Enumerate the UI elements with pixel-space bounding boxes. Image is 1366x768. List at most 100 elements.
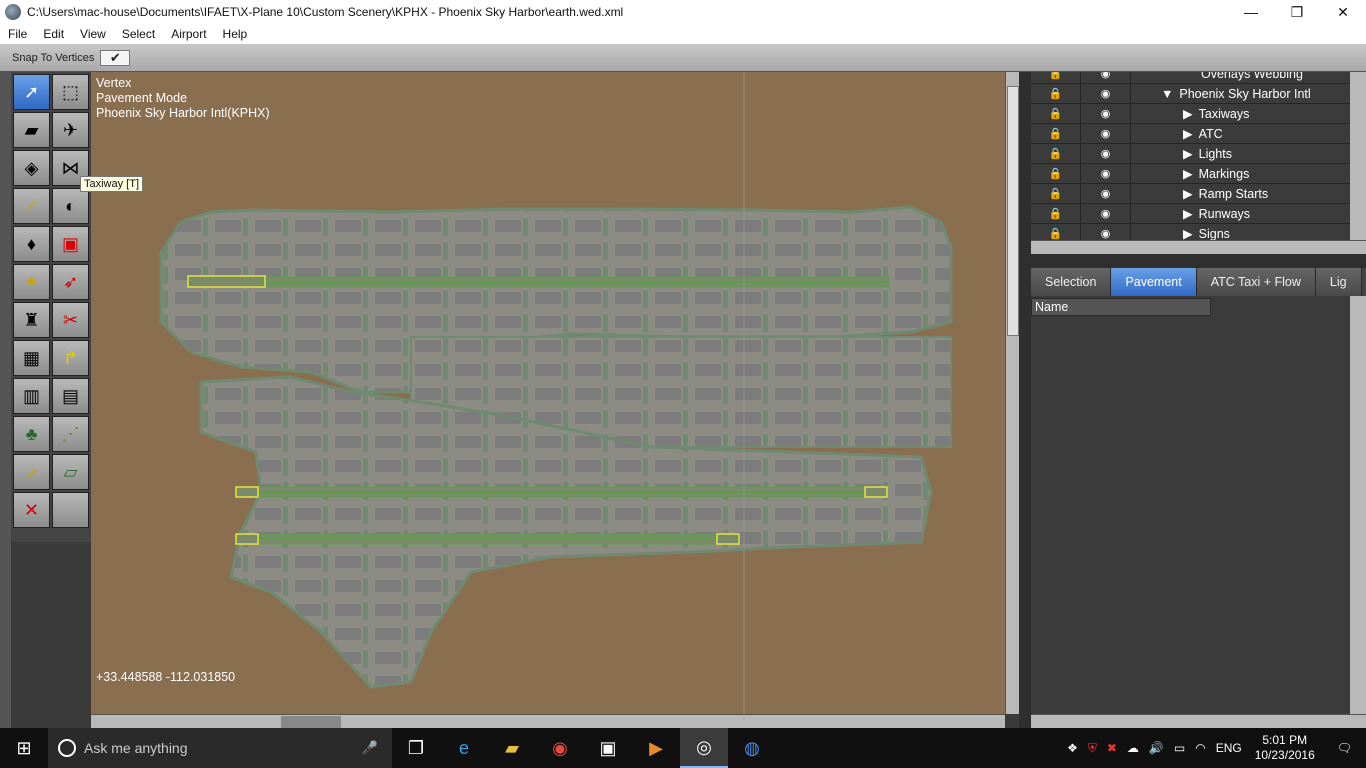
eye-icon[interactable]: ◉ [1081,83,1131,104]
marquee-tool-icon[interactable]: ⬚ [52,74,89,110]
google-earth-icon[interactable]: ◍ [728,728,776,768]
tree-row[interactable]: 🔒 ◉ ▶ Signs [1031,223,1350,240]
store-icon[interactable]: ▣ [584,728,632,768]
helipad-tool-icon[interactable]: ✈ [52,112,89,148]
tab-pavement[interactable]: Pavement [1111,268,1197,296]
antivirus-icon[interactable]: ✖ [1102,741,1122,755]
vertex-tool-arrow-icon[interactable]: ➚ [13,74,50,110]
lock-icon[interactable]: 🔒 [1031,83,1081,104]
menu-edit[interactable]: Edit [35,27,72,41]
edge-browser-icon[interactable]: e [440,728,488,768]
forest-tool-icon[interactable]: ▦ [13,340,50,376]
task-view-icon[interactable]: ❐ [392,728,440,768]
microphone-icon[interactable]: 🎤 [362,740,378,756]
string-tool-icon[interactable]: ⋰ [52,416,89,452]
eye-icon[interactable]: ◉ [1081,183,1131,204]
file-explorer-icon[interactable]: ▰ [488,728,536,768]
cortana-search-box[interactable]: Ask me anything 🎤 [48,728,392,768]
tree-tool-icon[interactable]: ♣ [13,416,50,452]
mcafee-icon[interactable]: ⛨ [1083,741,1102,756]
map-vertical-scroll-thumb[interactable] [1007,86,1019,336]
eye-icon[interactable]: ◉ [1081,72,1131,84]
lock-icon[interactable]: 🔒 [1031,103,1081,124]
windsock-tool-icon[interactable]: ➶ [52,264,89,300]
tree-row[interactable]: 🔒 ◉ ▼ Phoenix Sky Harbor Intl [1031,83,1350,104]
tree-horizontal-scrollbar[interactable] [1031,240,1366,254]
tree-expand-arrow-icon[interactable]: ▶ [1131,126,1193,141]
tab-lights[interactable]: Lig [1315,268,1362,296]
lock-icon[interactable]: 🔒 [1031,163,1081,184]
runway-tool-icon[interactable]: ▰ [13,112,50,148]
tree-expand-arrow-icon[interactable]: ▼ [1131,87,1173,101]
lock-icon[interactable]: 🔒 [1031,223,1081,240]
props-horizontal-scrollbar[interactable] [1031,714,1366,728]
exclusion-tool-icon[interactable]: ✕ [13,492,50,528]
tower-viewpoint-tool-icon[interactable]: ♜ [13,302,50,338]
menu-file[interactable]: File [0,27,35,41]
snap-to-vertices-checkbox[interactable]: ✔ [100,49,131,66]
lock-icon[interactable]: 🔒 [1031,183,1081,204]
close-button[interactable]: ✕ [1320,0,1366,24]
tree-row[interactable]: 🔒 ◉ Overlays Webbing [1031,72,1350,84]
menu-help[interactable]: Help [215,27,256,41]
line-tool-icon[interactable]: ⩘ [13,454,50,490]
eye-icon[interactable]: ◉ [1081,143,1131,164]
wed-taskbar-icon[interactable]: ◎ [680,728,728,768]
map-view[interactable] [91,72,1005,714]
maximize-button[interactable]: ❐ [1274,0,1320,24]
boundary-tool-icon[interactable]: ◈ [13,150,50,186]
lock-icon[interactable]: 🔒 [1031,203,1081,224]
wifi-icon[interactable]: ◠ [1190,741,1210,755]
map-horizontal-scrollbar[interactable] [91,714,1005,728]
tree-expand-arrow-icon[interactable]: ▶ [1131,186,1193,201]
chrome-icon[interactable]: ◉ [536,728,584,768]
lock-icon[interactable]: 🔒 [1031,123,1081,144]
start-windows-icon[interactable]: ⊞ [0,728,48,768]
clock[interactable]: 5:01 PM 10/23/2016 [1247,733,1323,763]
eye-icon[interactable]: ◉ [1081,103,1131,124]
menu-airport[interactable]: Airport [163,27,214,41]
tree-row[interactable]: 🔒 ◉ ▶ Ramp Starts [1031,183,1350,204]
tree-row[interactable]: 🔒 ◉ ▶ Lights [1031,143,1350,164]
language-indicator[interactable]: ENG [1211,741,1247,755]
battery-icon[interactable]: ▭ [1169,741,1190,755]
eye-icon[interactable]: ◉ [1081,123,1131,144]
polygon-tool-icon[interactable]: ▱ [52,454,89,490]
pane-splitter[interactable] [1019,72,1031,728]
dropbox-icon[interactable]: ❖ [1062,741,1083,755]
ramp-start-tool-icon[interactable]: ✦ [13,264,50,300]
volume-icon[interactable]: 🔊 [1144,741,1169,755]
lock-icon[interactable]: 🔒 [1031,143,1081,164]
panel-divider[interactable] [1031,254,1366,268]
eye-icon[interactable]: ◉ [1081,223,1131,240]
menu-view[interactable]: View [72,27,114,41]
atc-tool-icon[interactable]: ↱ [52,340,89,376]
tree-row[interactable]: 🔒 ◉ ▶ Taxiways [1031,103,1350,124]
sign-tool-icon[interactable]: ▣ [52,226,89,262]
map-vertical-scrollbar[interactable] [1005,72,1019,714]
light-tool-icon[interactable]: ♦ [13,226,50,262]
facade-tool-icon[interactable]: ▤ [52,378,89,414]
name-column-header[interactable]: Name [1031,298,1211,316]
notifications-icon[interactable]: 🗨 [1323,741,1366,755]
props-vertical-scrollbar[interactable] [1350,296,1366,714]
tree-row[interactable]: 🔒 ◉ ▶ ATC [1031,123,1350,144]
tree-expand-arrow-icon[interactable]: ▶ [1131,106,1193,121]
tree-expand-arrow-icon[interactable]: ▶ [1131,146,1193,161]
lock-icon[interactable]: 🔒 [1031,72,1081,84]
tab-selection[interactable]: Selection [1031,268,1112,296]
eye-icon[interactable]: ◉ [1081,163,1131,184]
tree-expand-arrow-icon[interactable]: ▶ [1131,166,1193,181]
tree-row[interactable]: 🔒 ◉ ▶ Markings [1031,163,1350,184]
object-tool-icon[interactable]: ▥ [13,378,50,414]
tree-vertical-scrollbar[interactable] [1350,72,1366,240]
tree-row[interactable]: 🔒 ◉ ▶ Runways [1031,203,1350,224]
tree-expand-arrow-icon[interactable]: ▶ [1131,206,1193,221]
onedrive-icon[interactable]: ☁ [1122,741,1144,755]
hole-tool-icon[interactable]: ◐ [52,188,89,224]
map-horizontal-scroll-thumb[interactable] [281,716,341,728]
eye-icon[interactable]: ◉ [1081,203,1131,224]
tree-expand-arrow-icon[interactable]: ▶ [1131,226,1193,240]
media-player-icon[interactable]: ▶ [632,728,680,768]
beacon-tool-icon[interactable]: ✂ [52,302,89,338]
